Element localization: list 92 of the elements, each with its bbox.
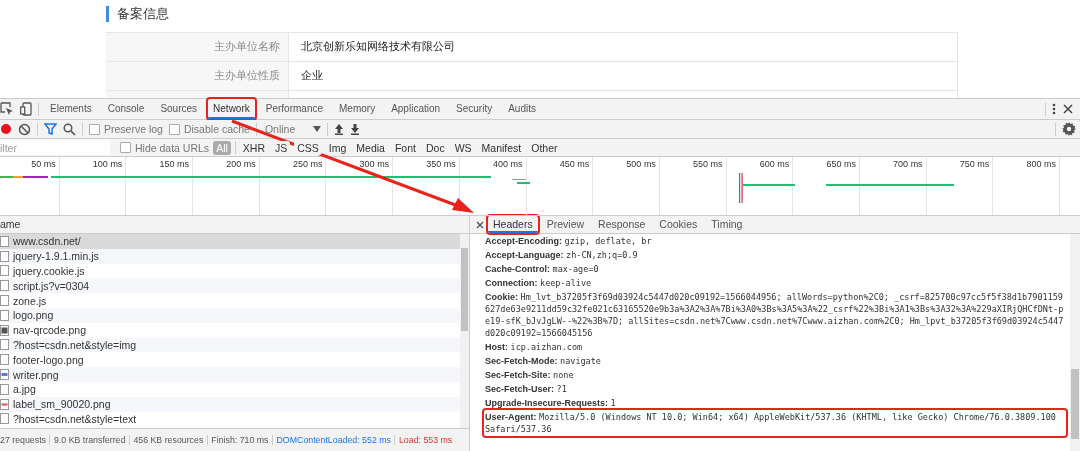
- detail-tab[interactable]: Headers: [488, 216, 538, 233]
- file-icon: [0, 280, 9, 292]
- file-icon: [0, 235, 9, 247]
- download-icon[interactable]: [349, 123, 360, 135]
- close-icon[interactable]: [1062, 103, 1074, 115]
- section-heading: 备案信息: [106, 6, 169, 22]
- search-icon[interactable]: [63, 122, 76, 136]
- tick-label: 350 ms: [426, 159, 456, 169]
- request-row[interactable]: www.csdn.net/: [0, 234, 460, 249]
- tick-label: 650 ms: [826, 159, 856, 169]
- panel-tab[interactable]: Performance: [260, 99, 328, 119]
- header-line: User-Agent: Mozilla/5.0 (Windows NT 10.0; Win64; x64) AppleWebKit/537.36 (KHTML, like Gecko) Chrome/76.0.3809.100 Safari/537.36: [484, 410, 1066, 436]
- image-icon: [0, 369, 9, 381]
- detail-tab[interactable]: Response: [593, 216, 651, 233]
- tick-label: 700 ms: [893, 159, 923, 169]
- tick-label: 200 ms: [226, 159, 256, 169]
- file-icon: [0, 383, 9, 395]
- header-line: Host: icp.aizhan.com: [484, 341, 584, 354]
- checkbox-label: Hide data URLs: [135, 141, 210, 154]
- label-icon: [0, 398, 9, 410]
- status-text: Load: 553 ms: [397, 435, 454, 445]
- field-label: 主办单位名称: [106, 33, 289, 61]
- request-row[interactable]: writer.png: [0, 367, 460, 382]
- more-icon[interactable]: [1052, 102, 1056, 116]
- scrollbar[interactable]: [1070, 234, 1080, 451]
- file-icon: [0, 295, 9, 307]
- header-line: Upgrade-Insecure-Requests: 1: [484, 397, 617, 410]
- filter-field[interactable]: ilter: [0, 140, 110, 155]
- tick-label: 250 ms: [292, 159, 323, 169]
- tick-label: 450 ms: [559, 159, 590, 169]
- detail-tab[interactable]: Cookies: [654, 216, 703, 233]
- caret-icon[interactable]: [312, 126, 321, 132]
- header-line: Accept-Encoding: gzip, deflate, br: [484, 235, 653, 248]
- header-line: Sec-Fetch-Mode: navigate: [484, 355, 602, 368]
- panel-tab[interactable]: Network: [208, 99, 255, 119]
- status-text: Finish: 710 ms: [207, 435, 273, 445]
- checkbox[interactable]: [168, 123, 180, 135]
- panel-tab[interactable]: Application: [386, 99, 446, 119]
- status-text: 27 requests: [0, 435, 51, 445]
- file-icon: [0, 339, 9, 351]
- clear-icon[interactable]: [18, 122, 31, 136]
- tick-label: 300 ms: [359, 159, 390, 169]
- header-line: Connection: keep-alive: [484, 277, 593, 290]
- field-value: 北京创新乐知网络技术有限公司: [289, 33, 958, 61]
- qr-code-icon: [0, 324, 9, 336]
- panel-tab[interactable]: Console: [102, 99, 150, 119]
- detail-tab[interactable]: Timing: [706, 216, 748, 233]
- panel-tab[interactable]: Security: [451, 99, 498, 119]
- tick-label: 100 ms: [92, 159, 123, 169]
- field-value: 企业: [289, 62, 958, 90]
- upload-icon[interactable]: [333, 123, 344, 135]
- checkbox[interactable]: [120, 142, 131, 153]
- field-label: 主办单位性质: [106, 62, 289, 90]
- header-line: Cache-Control: max-age=0: [484, 263, 600, 276]
- panel-tab[interactable]: Sources: [155, 99, 203, 119]
- tick-label: 800 ms: [1026, 159, 1056, 169]
- header-line: Sec-Fetch-User: ?1: [484, 383, 568, 396]
- checkbox-label: Preserve log: [104, 123, 163, 135]
- tick-label: 600 ms: [759, 159, 790, 169]
- tick-label: 550 ms: [693, 159, 723, 169]
- file-icon: [0, 354, 9, 366]
- record-icon[interactable]: [0, 123, 12, 135]
- status-text: 9.0 KB transferred: [50, 435, 130, 445]
- tick-label: 400 ms: [493, 159, 523, 169]
- inspect-icon[interactable]: [0, 102, 14, 116]
- panel-tab[interactable]: Memory: [334, 99, 381, 119]
- checkbox-label: Disable cache: [183, 123, 250, 135]
- tick-label: 150 ms: [159, 159, 190, 169]
- throttle-dropdown[interactable]: Online: [262, 123, 307, 135]
- panel-tab[interactable]: Elements: [45, 99, 97, 119]
- panel-tab[interactable]: Audits: [503, 99, 541, 119]
- settings-icon[interactable]: [1062, 122, 1076, 136]
- device-icon[interactable]: [20, 102, 32, 116]
- tick-label: 500 ms: [626, 159, 656, 169]
- close-icon[interactable]: [476, 220, 484, 229]
- file-icon: [0, 265, 9, 277]
- file-icon: [0, 413, 9, 425]
- checkbox[interactable]: [89, 123, 100, 135]
- detail-tab[interactable]: Preview: [541, 216, 590, 233]
- column-header[interactable]: ame: [0, 216, 469, 234]
- header-line: Accept-Language: zh-CN,zh;q=0.9: [484, 249, 639, 262]
- tick-label: 50 ms: [31, 159, 56, 169]
- tick-label: 750 ms: [959, 159, 990, 169]
- filter-icon[interactable]: [44, 123, 57, 135]
- header-line: Sec-Fetch-Site: none: [484, 369, 575, 382]
- file-icon: [0, 309, 9, 321]
- status-text: 456 KB resources: [129, 435, 208, 445]
- request-row[interactable]: script.js?v=0304: [0, 278, 460, 294]
- type-filter[interactable]: CSS: [294, 140, 322, 155]
- scrollbar[interactable]: [460, 234, 469, 428]
- status-text: DOMContentLoaded: 552 ms: [273, 435, 396, 445]
- file-icon: [0, 250, 9, 262]
